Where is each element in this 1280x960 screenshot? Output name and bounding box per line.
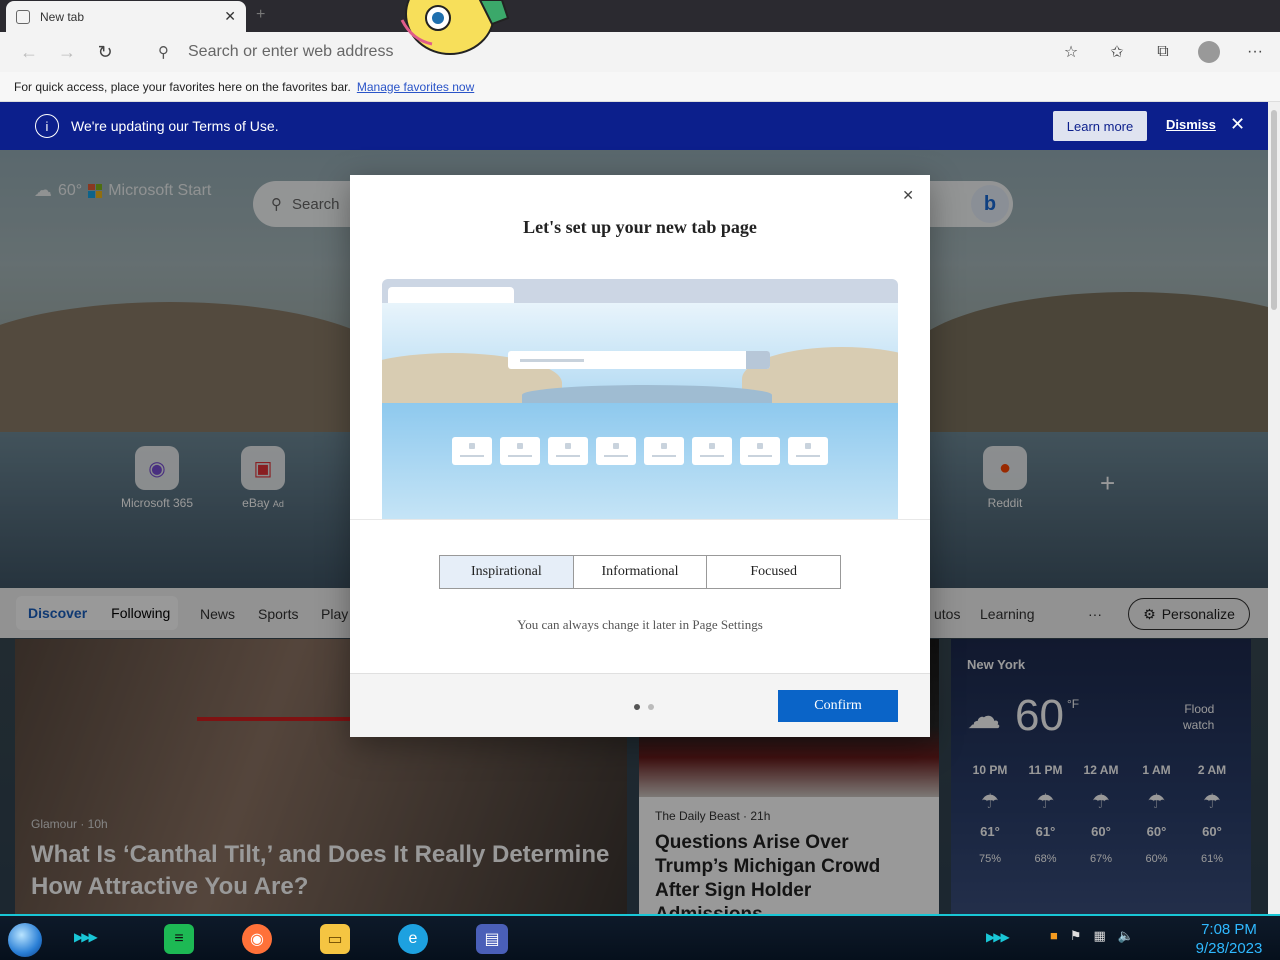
taskbar-clock[interactable]: 7:08 PM 9/28/2023 <box>1186 920 1272 958</box>
spotify-icon[interactable]: ≡ <box>164 924 194 954</box>
clock-date: 9/28/2023 <box>1195 940 1263 957</box>
preview-body <box>382 303 898 519</box>
volume-icon[interactable]: 🔈 <box>1118 928 1134 944</box>
option-inspirational[interactable]: Inspirational <box>440 556 574 588</box>
more-icon[interactable]: ··· <box>1244 43 1266 61</box>
taskbar: ▶▶▶ ≡ ◉ ▭ e ▤ ▶▶▶ ■ ⚑ ▦ 🔈 7:08 PM 9/28/2… <box>0 914 1280 960</box>
profile-icon[interactable] <box>1198 41 1220 63</box>
layout-toggle: Inspirational Informational Focused <box>439 555 841 589</box>
system-tray: ■ ⚑ ▦ 🔈 <box>1050 928 1134 944</box>
cartoon-sticker-image <box>400 0 510 55</box>
clock-time: 7:08 PM <box>1201 921 1257 938</box>
edge-icon[interactable]: e <box>398 924 428 954</box>
tray-app-icon[interactable]: ■ <box>1050 928 1058 944</box>
option-focused[interactable]: Focused <box>707 556 840 588</box>
terms-update-banner: i We're updating our Terms of Use. Learn… <box>0 102 1268 150</box>
address-placeholder: Search or enter web address <box>188 43 394 60</box>
add-favorite-icon[interactable]: ☆ <box>1060 42 1082 62</box>
favorites-bar: For quick access, place your favorites h… <box>0 72 1280 102</box>
dismiss-link[interactable]: Dismiss <box>1166 117 1216 132</box>
network-icon[interactable]: ▦ <box>1094 928 1106 944</box>
title-bar: New tab ✕ + <box>0 0 1280 32</box>
tab-title: New tab <box>40 9 85 24</box>
layout-preview-image <box>382 279 898 519</box>
file-explorer-icon[interactable]: ▭ <box>320 924 350 954</box>
back-icon[interactable]: ← <box>10 36 48 68</box>
collections-icon[interactable]: ⧉ <box>1152 43 1174 61</box>
preview-tiles <box>452 437 828 465</box>
info-icon: i <box>35 114 59 138</box>
forward-icon[interactable]: → <box>48 36 86 68</box>
preview-hill <box>522 385 772 405</box>
confirm-button[interactable]: Confirm <box>778 690 898 722</box>
window-icon[interactable]: ▤ <box>476 924 508 954</box>
page-scrollbar[interactable] <box>1268 102 1280 914</box>
taskbar-decoration: ▶▶▶ <box>74 930 98 944</box>
start-button[interactable] <box>8 923 42 957</box>
close-icon[interactable]: ✕ <box>902 187 914 204</box>
setup-dialog: ✕ Let's set up your new tab page Inspira… <box>350 175 930 737</box>
page-indicator <box>634 704 654 710</box>
favorites-bar-text: For quick access, place your favorites h… <box>14 79 351 94</box>
page-icon <box>16 9 30 24</box>
close-icon[interactable]: ✕ <box>1230 114 1245 135</box>
learn-more-button[interactable]: Learn more <box>1053 111 1147 141</box>
close-icon[interactable]: ✕ <box>224 8 236 25</box>
toolbar-right-icons: ☆ ✩ ⧉ ··· <box>1060 36 1266 68</box>
flag-icon[interactable]: ⚑ <box>1070 928 1082 944</box>
scrollbar-thumb[interactable] <box>1271 110 1277 310</box>
preview-search <box>508 351 770 369</box>
tab-new-tab[interactable]: New tab ✕ <box>6 1 246 32</box>
banner-message: We're updating our Terms of Use. <box>71 118 279 134</box>
favorites-icon[interactable]: ✩ <box>1106 42 1128 62</box>
search-icon: ⚲ <box>158 44 169 61</box>
dialog-footer: Confirm <box>350 673 930 737</box>
browser-toolbar: ← → ↻ ⚲ Search or enter web address ☆ ✩ … <box>0 32 1280 72</box>
taskbar-decoration: ▶▶▶ <box>986 930 1010 944</box>
new-tab-icon[interactable]: + <box>256 6 265 24</box>
refresh-icon[interactable]: ↻ <box>86 36 124 68</box>
dialog-hint: You can always change it later in Page S… <box>517 617 763 632</box>
divider <box>350 519 930 520</box>
firefox-icon[interactable]: ◉ <box>242 924 272 954</box>
dialog-title: Let's set up your new tab page <box>523 217 757 237</box>
option-informational[interactable]: Informational <box>574 556 708 588</box>
manage-favorites-link[interactable]: Manage favorites now <box>357 80 474 94</box>
